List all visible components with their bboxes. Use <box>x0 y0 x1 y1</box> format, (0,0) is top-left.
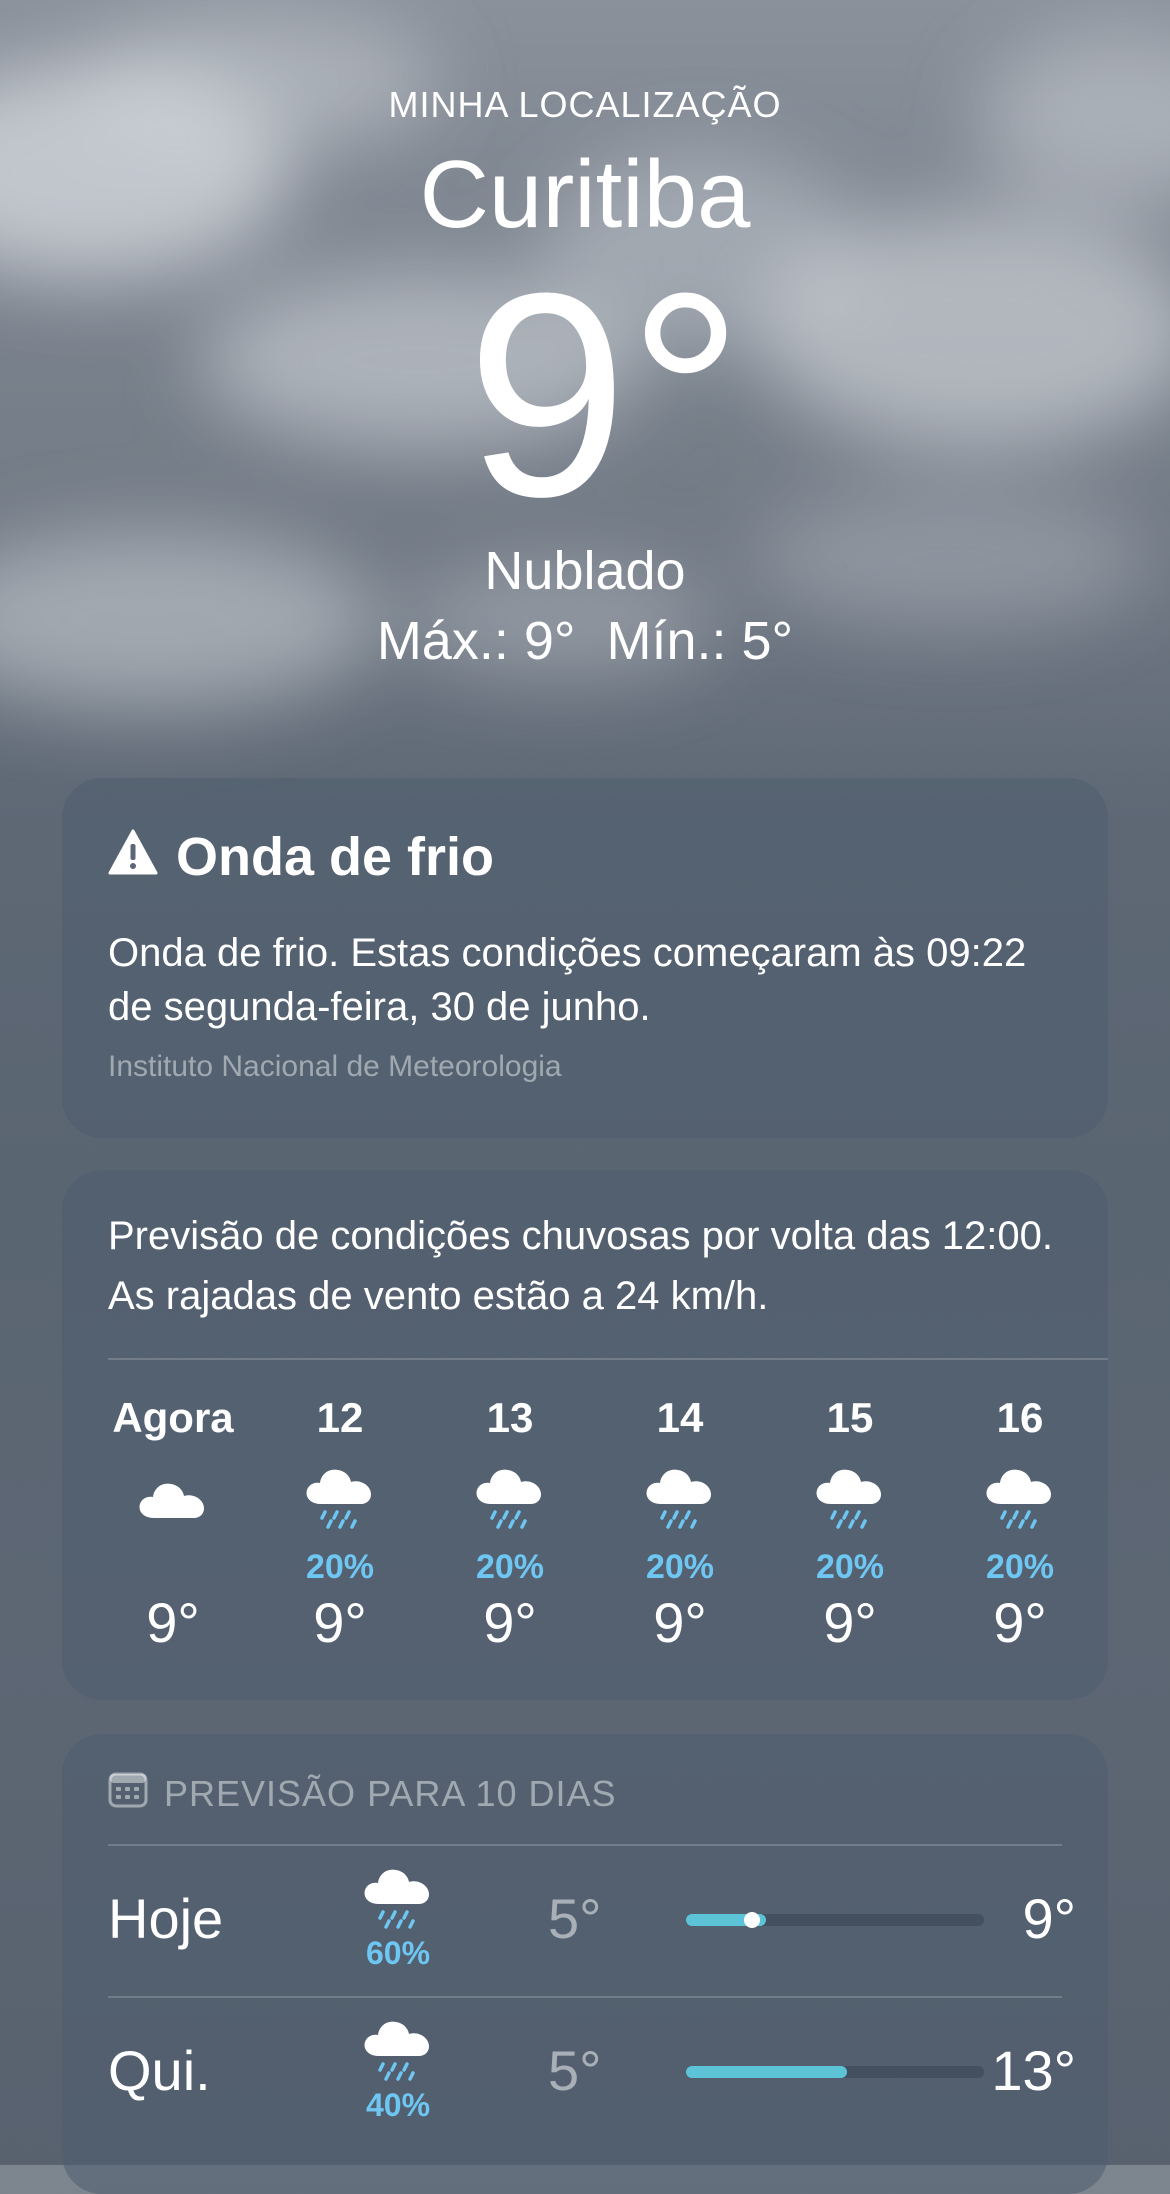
alert-title-row: Onda de frio <box>108 826 494 888</box>
hour-temp: 9° <box>653 1591 707 1654</box>
weather-alert-card[interactable]: Onda de frio Onda de frio. Estas condiçõ… <box>62 778 1108 1138</box>
hour-precip: 20% <box>645 1548 715 1586</box>
cloud-rain-icon <box>765 1448 935 1548</box>
hour-item: Agora 9° <box>88 1388 258 1655</box>
hour-temp: 9° <box>823 1591 877 1654</box>
day-row-thursday[interactable]: Qui. 40% 5° 13° <box>108 1998 1076 2148</box>
day-row-today[interactable]: Hoje 60% 5° 9° <box>108 1846 1076 1996</box>
high-low: Máx.: 9° Mín.: 5° <box>0 610 1170 672</box>
day-high: 9° <box>1022 1887 1076 1950</box>
current-temperature-dot <box>743 1912 760 1928</box>
day-low: 5° <box>548 1887 602 1950</box>
high-temperature: Máx.: 9° <box>376 611 576 671</box>
hour-precip: 20% <box>305 1548 375 1586</box>
hour-label: Agora <box>112 1394 234 1441</box>
hour-precip: 20% <box>985 1548 1055 1586</box>
hour-label: 15 <box>826 1394 874 1441</box>
temperature-range-fill <box>686 2066 847 2078</box>
hourly-list[interactable]: Agora 9° 12 20% 9° 13 20% 9° 14 20% 9° 1… <box>62 1388 1108 1688</box>
temperature-range-bar <box>686 1912 984 1928</box>
ten-day-header: PREVISÃO PARA 10 DIAS <box>108 1770 617 1817</box>
hour-item: 15 20% 9° <box>765 1388 935 1655</box>
hour-temp: 9° <box>483 1591 537 1654</box>
hourly-summary: Previsão de condições chuvosas por volta… <box>108 1214 1054 1318</box>
ten-day-forecast-card[interactable]: PREVISÃO PARA 10 DIAS Hoje 60% 5° 9° Qui… <box>62 1734 1108 2194</box>
hour-item: 14 20% 9° <box>595 1388 765 1655</box>
alert-title: Onda de frio <box>176 827 495 887</box>
alert-source: Instituto Nacional de Meteorologia <box>108 1050 562 1083</box>
day-high: 13° <box>991 2039 1076 2102</box>
day-precip: 60% <box>365 1935 431 1971</box>
cloud-rain-icon <box>425 1448 595 1548</box>
day-precip: 40% <box>365 2087 431 2123</box>
day-name: Qui. <box>108 2039 211 2102</box>
temperature-range-bar <box>686 2066 984 2078</box>
cloud-rain-icon <box>255 1448 425 1548</box>
hourly-divider <box>108 1358 1108 1360</box>
hour-label: 16 <box>996 1394 1044 1441</box>
current-temperature: 9° <box>466 233 744 557</box>
hourly-forecast-card[interactable]: Previsão de condições chuvosas por volta… <box>62 1170 1108 1700</box>
cloud-icon <box>88 1448 258 1548</box>
warning-triangle-icon <box>108 826 158 888</box>
cloud-rain-icon <box>935 1448 1105 1548</box>
alert-body: Onda de frio. Estas condições começaram … <box>108 931 1027 1029</box>
cloud-rain-icon: 40% <box>348 2018 448 2124</box>
day-low: 5° <box>548 2039 602 2102</box>
location-label: MINHA LOCALIZAÇÃO <box>388 84 782 125</box>
hour-label: 14 <box>656 1394 704 1441</box>
hour-precip <box>88 1548 258 1586</box>
hour-temp: 9° <box>993 1591 1047 1654</box>
hour-label: 13 <box>486 1394 534 1441</box>
hour-precip: 20% <box>815 1548 885 1586</box>
cloud-rain-icon <box>595 1448 765 1548</box>
hour-temp: 9° <box>146 1591 200 1654</box>
cloud-rain-icon: 60% <box>348 1866 448 1972</box>
condition-text: Nublado <box>484 541 686 601</box>
day-name: Hoje <box>108 1887 224 1950</box>
low-temperature: Mín.: 5° <box>606 611 794 671</box>
hour-temp: 9° <box>313 1591 367 1654</box>
hour-label: 12 <box>316 1394 364 1441</box>
hour-item: 16 20% 9° <box>935 1388 1105 1655</box>
calendar-icon <box>108 1770 148 1817</box>
ten-day-title: PREVISÃO PARA 10 DIAS <box>164 1772 617 1814</box>
hour-precip: 20% <box>475 1548 545 1586</box>
hour-item: 12 20% 9° <box>255 1388 425 1655</box>
hour-item: 13 20% 9° <box>425 1388 595 1655</box>
